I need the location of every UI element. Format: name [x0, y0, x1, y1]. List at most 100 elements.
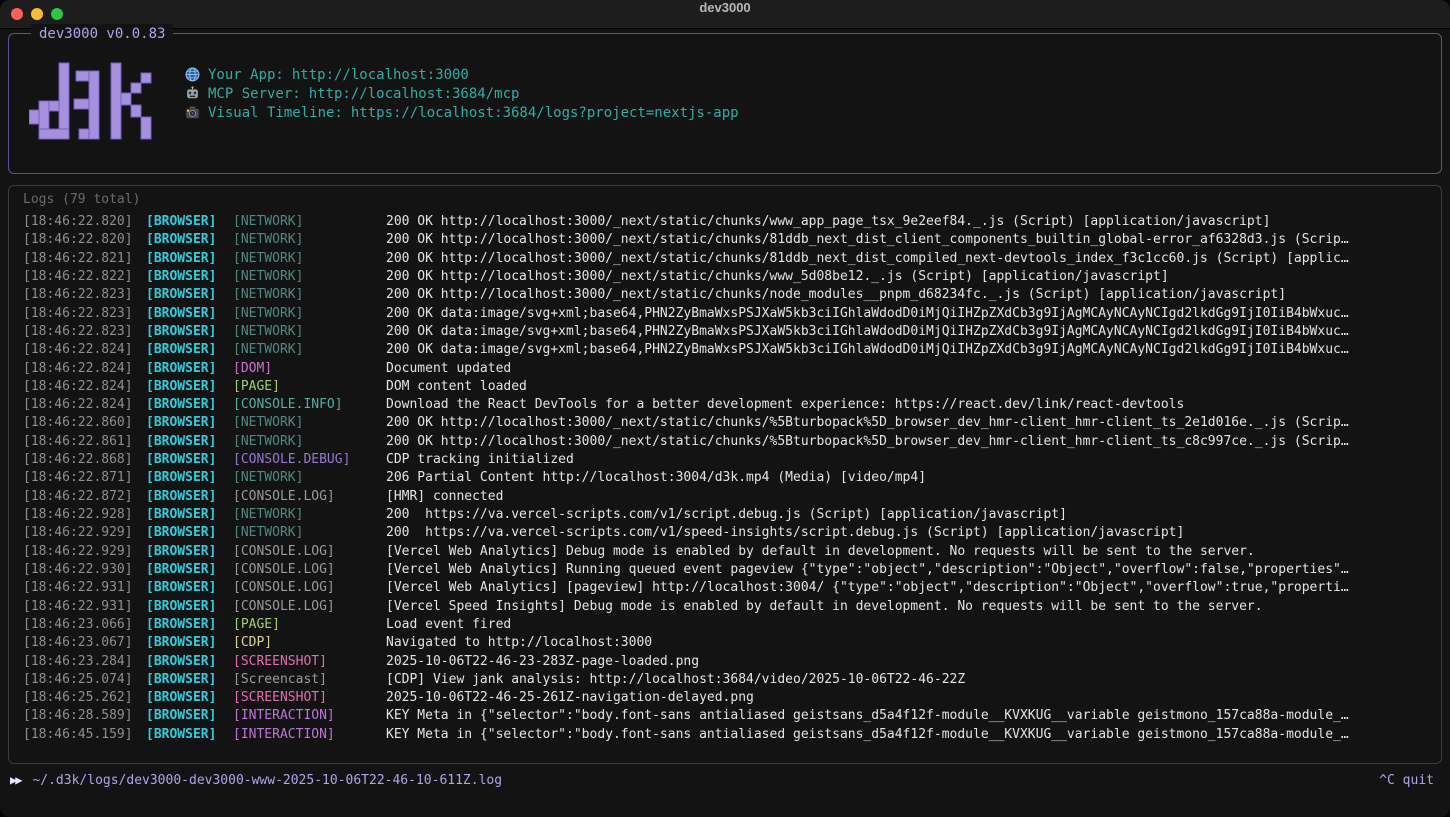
log-row: [18:46:22.824] [BROWSER] [DOM] Document …	[23, 360, 1438, 378]
log-source-tag: [BROWSER]	[146, 689, 233, 707]
log-source-tag: [BROWSER]	[146, 396, 233, 414]
log-source-tag: [BROWSER]	[146, 250, 233, 268]
quit-hint: ^C quit	[1379, 773, 1434, 788]
log-source-tag: [BROWSER]	[146, 451, 233, 469]
log-source-tag: [BROWSER]	[146, 561, 233, 579]
log-source-tag: [BROWSER]	[146, 341, 233, 359]
link-url[interactable]: http://localhost:3000	[292, 67, 469, 83]
globe-icon	[185, 67, 201, 82]
log-row: [18:46:25.074] [BROWSER] [Screencast] [C…	[23, 671, 1438, 689]
app-version-label: dev3000 v0.0.83	[31, 24, 173, 44]
log-row: [18:46:45.159] [BROWSER] [INTERACTION] K…	[23, 726, 1438, 744]
log-category-tag: [CONSOLE.LOG]	[233, 561, 386, 579]
logs-panel: Logs (79 total) [18:46:22.820] [BROWSER]…	[8, 185, 1442, 764]
log-source-tag: [BROWSER]	[146, 378, 233, 396]
log-category-tag: [NETWORK]	[233, 323, 386, 341]
log-message: KEY Meta in {"selector":"body.font-sans …	[386, 726, 1438, 744]
log-timestamp: [18:46:22.868]	[23, 451, 146, 469]
log-source-tag: [BROWSER]	[146, 707, 233, 725]
log-message: 200 OK http://localhost:3000/_next/stati…	[386, 286, 1438, 304]
log-message: CDP tracking initialized	[386, 451, 1438, 469]
terminal-window: dev3000 dev3000 v0.0.83	[0, 0, 1450, 817]
log-message: Load event fired	[386, 616, 1438, 634]
log-message: [Vercel Speed Insights] Debug mode is en…	[386, 598, 1438, 616]
log-source-tag: [BROWSER]	[146, 653, 233, 671]
window-title: dev3000	[0, 0, 1450, 28]
log-category-tag: [CONSOLE.LOG]	[233, 543, 386, 561]
log-timestamp: [18:46:22.824]	[23, 396, 146, 414]
log-message: [CDP] View jank analysis: http://localho…	[386, 671, 1438, 689]
link-url[interactable]: https://localhost:3684/logs?project=next…	[351, 105, 739, 121]
log-source-tag: [BROWSER]	[146, 286, 233, 304]
log-row: [18:46:22.820] [BROWSER] [NETWORK] 200 O…	[23, 231, 1438, 249]
log-message: 200 https://va.vercel-scripts.com/v1/spe…	[386, 524, 1438, 542]
log-message: Navigated to http://localhost:3000	[386, 634, 1438, 652]
log-timestamp: [18:46:22.823]	[23, 323, 146, 341]
log-message: 200 OK http://localhost:3000/_next/stati…	[386, 231, 1438, 249]
log-timestamp: [18:46:22.931]	[23, 579, 146, 597]
log-category-tag: [CDP]	[233, 634, 386, 652]
titlebar: dev3000	[0, 0, 1450, 29]
log-list: [18:46:22.820] [BROWSER] [NETWORK] 200 O…	[23, 213, 1438, 744]
log-category-tag: [CONSOLE.INFO]	[233, 396, 386, 414]
log-timestamp: [18:46:22.821]	[23, 250, 146, 268]
log-row: [18:46:22.930] [BROWSER] [CONSOLE.LOG] […	[23, 561, 1438, 579]
log-timestamp: [18:46:22.823]	[23, 286, 146, 304]
log-category-tag: [DOM]	[233, 360, 386, 378]
log-source-tag: [BROWSER]	[146, 469, 233, 487]
log-row: [18:46:22.822] [BROWSER] [NETWORK] 200 O…	[23, 268, 1438, 286]
log-category-tag: [PAGE]	[233, 378, 386, 396]
d3k-logo	[29, 62, 154, 140]
log-row: [18:46:22.824] [BROWSER] [CONSOLE.INFO] …	[23, 396, 1438, 414]
log-category-tag: [NETWORK]	[233, 524, 386, 542]
log-message: 200 OK data:image/svg+xml;base64,PHN2ZyB…	[386, 341, 1438, 359]
log-message: [Vercel Web Analytics] Debug mode is ena…	[386, 543, 1438, 561]
logs-count-label: Logs (79 total)	[23, 192, 140, 207]
log-row: [18:46:22.820] [BROWSER] [NETWORK] 200 O…	[23, 213, 1438, 231]
link-url[interactable]: http://localhost:3684/mcp	[309, 86, 520, 102]
log-category-tag: [INTERACTION]	[233, 707, 386, 725]
log-row: [18:46:23.066] [BROWSER] [PAGE] Load eve…	[23, 616, 1438, 634]
log-message: 200 https://va.vercel-scripts.com/v1/scr…	[386, 506, 1438, 524]
log-message: 200 OK http://localhost:3000/_next/stati…	[386, 213, 1438, 231]
log-timestamp: [18:46:22.822]	[23, 268, 146, 286]
link-label: MCP Server:	[208, 86, 301, 102]
log-row: [18:46:23.284] [BROWSER] [SCREENSHOT] 20…	[23, 653, 1438, 671]
log-row: [18:46:22.860] [BROWSER] [NETWORK] 200 O…	[23, 414, 1438, 432]
log-category-tag: [NETWORK]	[233, 250, 386, 268]
log-category-tag: [Screencast]	[233, 671, 386, 689]
log-message: 206 Partial Content http://localhost:300…	[386, 469, 1438, 487]
server-links: Your App: http://localhost:3000 MCP Serv…	[185, 67, 739, 120]
log-timestamp: [18:46:23.066]	[23, 616, 146, 634]
log-timestamp: [18:46:22.930]	[23, 561, 146, 579]
log-row: [18:46:22.931] [BROWSER] [CONSOLE.LOG] […	[23, 579, 1438, 597]
log-timestamp: [18:46:22.929]	[23, 524, 146, 542]
log-row: [18:46:25.262] [BROWSER] [SCREENSHOT] 20…	[23, 689, 1438, 707]
log-source-tag: [BROWSER]	[146, 305, 233, 323]
log-row: [18:46:22.823] [BROWSER] [NETWORK] 200 O…	[23, 305, 1438, 323]
log-source-tag: [BROWSER]	[146, 506, 233, 524]
log-category-tag: [NETWORK]	[233, 433, 386, 451]
log-timestamp: [18:46:22.823]	[23, 305, 146, 323]
log-message: [Vercel Web Analytics] Running queued ev…	[386, 561, 1438, 579]
log-source-tag: [BROWSER]	[146, 433, 233, 451]
log-category-tag: [NETWORK]	[233, 341, 386, 359]
link-label: Visual Timeline:	[208, 105, 343, 121]
log-category-tag: [NETWORK]	[233, 231, 386, 249]
log-message: 200 OK http://localhost:3000/_next/stati…	[386, 250, 1438, 268]
log-timestamp: [18:46:25.074]	[23, 671, 146, 689]
log-timestamp: [18:46:22.871]	[23, 469, 146, 487]
log-row: [18:46:22.929] [BROWSER] [NETWORK] 200 h…	[23, 524, 1438, 542]
log-source-tag: [BROWSER]	[146, 671, 233, 689]
log-timestamp: [18:46:22.872]	[23, 488, 146, 506]
log-source-tag: [BROWSER]	[146, 726, 233, 744]
log-row: [18:46:22.868] [BROWSER] [CONSOLE.DEBUG]…	[23, 451, 1438, 469]
log-row: [18:46:22.928] [BROWSER] [NETWORK] 200 h…	[23, 506, 1438, 524]
log-category-tag: [NETWORK]	[233, 506, 386, 524]
log-source-tag: [BROWSER]	[146, 268, 233, 286]
log-row: [18:46:22.821] [BROWSER] [NETWORK] 200 O…	[23, 250, 1438, 268]
log-message: 200 OK http://localhost:3000/_next/stati…	[386, 268, 1438, 286]
log-source-tag: [BROWSER]	[146, 524, 233, 542]
status-bar: ▶▶ ~/.d3k/logs/dev3000-dev3000-www-2025-…	[10, 770, 1434, 790]
log-timestamp: [18:46:25.262]	[23, 689, 146, 707]
